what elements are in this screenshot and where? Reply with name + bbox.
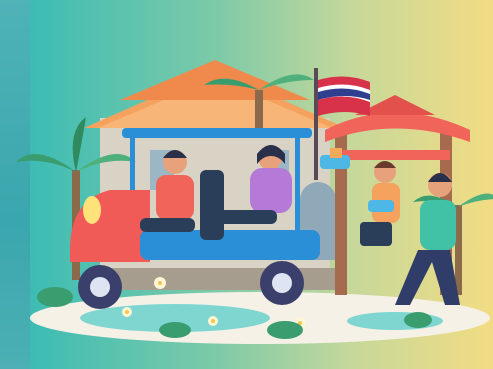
scene-svg bbox=[16, 60, 493, 344]
girl-with-water-gun bbox=[360, 161, 400, 246]
festival-illustration bbox=[0, 0, 493, 369]
